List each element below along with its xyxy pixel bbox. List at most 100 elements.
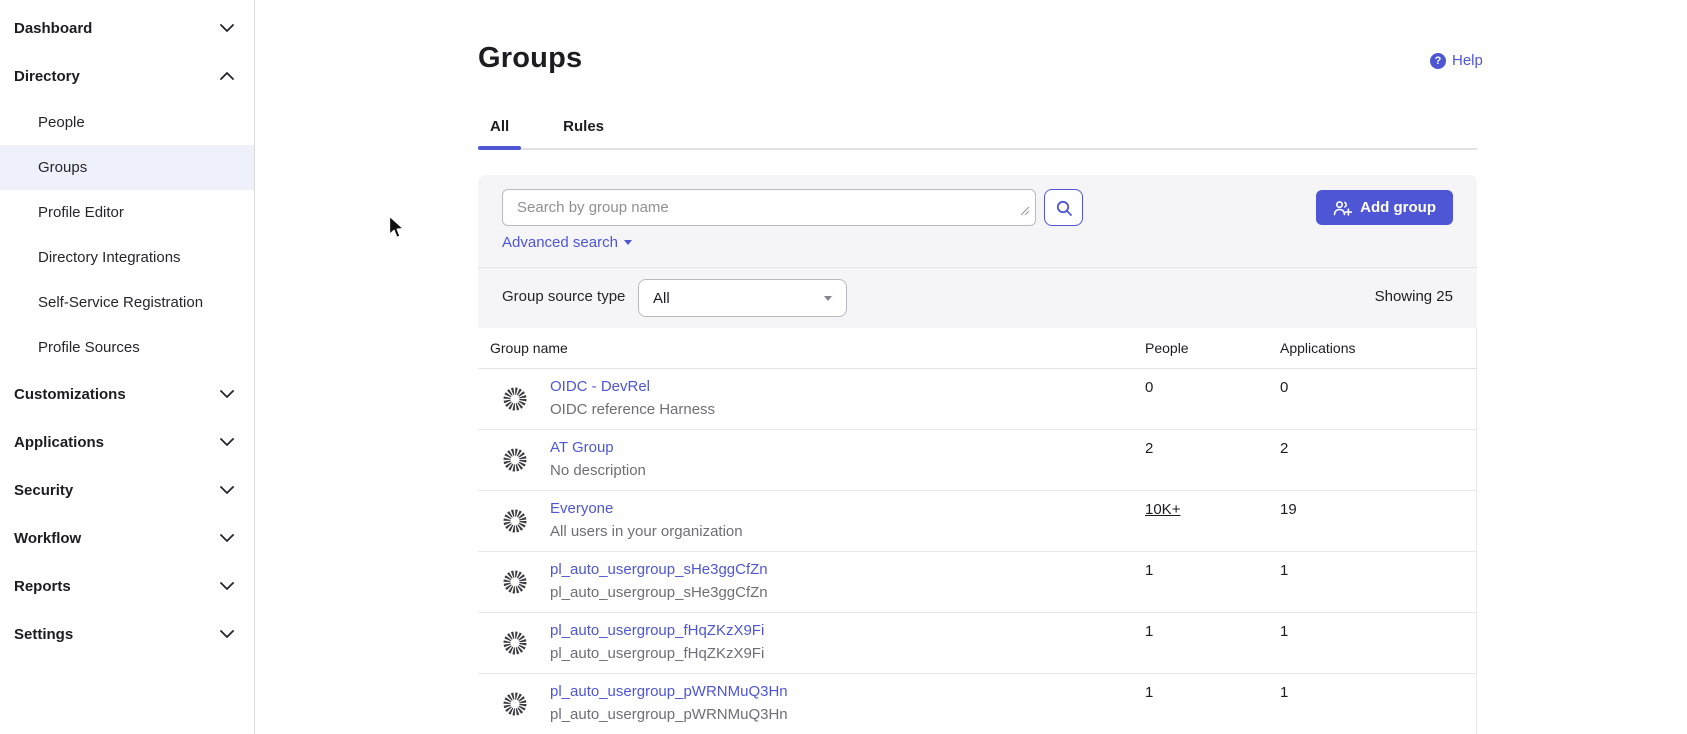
mouse-cursor: [388, 215, 405, 245]
sidebar-item-label: Dashboard: [14, 20, 92, 37]
applications-count: 19: [1280, 501, 1297, 518]
group-name-link[interactable]: pl_auto_usergroup_pWRNMuQ3Hn: [550, 683, 788, 700]
people-count[interactable]: 10K+: [1145, 501, 1180, 518]
question-mark-icon: [1430, 53, 1446, 69]
chevron-down-icon: [220, 630, 234, 638]
showing-count: Showing 25: [1375, 288, 1453, 305]
group-icon: [502, 447, 528, 473]
advanced-search-link[interactable]: Advanced search: [502, 234, 632, 251]
search-button[interactable]: [1044, 189, 1083, 226]
search-icon: [1055, 199, 1073, 217]
app-window: Dashboard Directory People Groups Profile Ed…: [0, 0, 1687, 734]
chevron-down-icon: [220, 534, 234, 542]
column-header-group-name: Group name: [490, 340, 568, 356]
people-count: 0: [1145, 379, 1153, 396]
table-row: pl_auto_usergroup_pWRNMuQ3Hn pl_auto_user…: [478, 674, 1476, 734]
sidebar-item-directory[interactable]: Directory: [0, 52, 254, 100]
filters-panel-background: Add group Advanced search Group source t…: [478, 175, 1477, 328]
add-user-group-icon: [1333, 200, 1352, 216]
group-icon: [502, 386, 528, 412]
sidebar-item-security[interactable]: Security: [0, 466, 254, 514]
tab-all[interactable]: All: [478, 108, 521, 148]
group-icon: [502, 569, 528, 595]
group-name-link[interactable]: Everyone: [550, 500, 613, 517]
search-row: Add group Advanced search: [478, 175, 1477, 267]
sidebar-item-label: Self-Service Registration: [38, 294, 203, 311]
group-name-link[interactable]: pl_auto_usergroup_fHqZKzX9Fi: [550, 622, 764, 639]
applications-count: 0: [1280, 379, 1288, 396]
help-label: Help: [1452, 52, 1483, 69]
table-row: pl_auto_usergroup_fHqZKzX9Fi pl_auto_user…: [478, 613, 1476, 674]
sidebar-item-label: Security: [14, 482, 73, 499]
table-row: OIDC - DevRel OIDC reference Harness 0 0: [478, 369, 1476, 430]
chevron-down-icon: [220, 438, 234, 446]
filter-row: Group source type All Showing 25: [478, 268, 1477, 328]
tab-rules[interactable]: Rules: [551, 108, 616, 148]
group-icon: [502, 508, 528, 534]
sidebar-item-label: Customizations: [14, 386, 126, 403]
search-input[interactable]: [502, 189, 1036, 226]
sidebar-item-label: Workflow: [14, 530, 81, 547]
sidebar-item-label: Reports: [14, 578, 71, 595]
sidebar-item-dashboard[interactable]: Dashboard: [0, 4, 254, 52]
group-name-link[interactable]: AT Group: [550, 439, 614, 456]
chevron-up-icon: [220, 72, 234, 80]
sidebar: Dashboard Directory People Groups Profile Ed…: [0, 0, 255, 734]
group-name-link[interactable]: OIDC - DevRel: [550, 378, 650, 395]
tab-bar: All Rules: [478, 108, 1477, 150]
group-description: No description: [550, 462, 646, 479]
applications-count: 1: [1280, 562, 1288, 579]
groups-table: Group name People Applications OIDC - DevR…: [478, 328, 1477, 734]
advanced-search-label: Advanced search: [502, 234, 618, 251]
sidebar-item-groups[interactable]: Groups: [0, 145, 254, 190]
caret-down-icon: [624, 240, 632, 245]
sidebar-item-directory-integrations[interactable]: Directory Integrations: [0, 235, 254, 280]
sidebar-item-label: Directory Integrations: [38, 249, 181, 266]
group-source-type-select[interactable]: All: [638, 279, 847, 317]
sidebar-item-label: Profile Editor: [38, 204, 124, 221]
chevron-down-icon: [220, 390, 234, 398]
column-header-people: People: [1145, 340, 1189, 356]
sidebar-item-label: Settings: [14, 626, 73, 643]
people-count: 1: [1145, 562, 1153, 579]
chevron-down-icon: [220, 24, 234, 32]
sidebar-item-label: Applications: [14, 434, 104, 451]
sidebar-item-profile-editor[interactable]: Profile Editor: [0, 190, 254, 235]
sidebar-item-profile-sources[interactable]: Profile Sources: [0, 325, 254, 370]
page-title: Groups: [478, 42, 582, 75]
column-header-applications: Applications: [1280, 340, 1356, 356]
sidebar-item-reports[interactable]: Reports: [0, 562, 254, 610]
sidebar-item-people[interactable]: People: [0, 100, 254, 145]
sidebar-item-applications[interactable]: Applications: [0, 418, 254, 466]
group-description: pl_auto_usergroup_pWRNMuQ3Hn: [550, 706, 788, 723]
groups-panel: Add group Advanced search Group source t…: [478, 175, 1477, 734]
group-description: pl_auto_usergroup_fHqZKzX9Fi: [550, 645, 764, 662]
group-source-type-label: Group source type: [502, 288, 625, 305]
group-icon: [502, 691, 528, 717]
people-count: 1: [1145, 623, 1153, 640]
sidebar-item-customizations[interactable]: Customizations: [0, 370, 254, 418]
people-count: 2: [1145, 440, 1153, 457]
group-description: OIDC reference Harness: [550, 401, 715, 418]
applications-count: 1: [1280, 684, 1288, 701]
sidebar-item-settings[interactable]: Settings: [0, 610, 254, 658]
add-group-button[interactable]: Add group: [1316, 190, 1453, 225]
group-name-link[interactable]: pl_auto_usergroup_sHe3ggCfZn: [550, 561, 768, 578]
sidebar-item-workflow[interactable]: Workflow: [0, 514, 254, 562]
help-link[interactable]: Help: [1430, 52, 1483, 69]
chevron-down-icon: [220, 582, 234, 590]
sidebar-item-label: People: [38, 114, 85, 131]
group-source-type-value: All: [653, 290, 670, 307]
group-description: pl_auto_usergroup_sHe3ggCfZn: [550, 584, 768, 601]
chevron-down-icon: [824, 296, 832, 301]
search-field-wrapper: [502, 189, 1036, 226]
sidebar-item-label: Directory: [14, 68, 80, 85]
table-row: pl_auto_usergroup_sHe3ggCfZn pl_auto_user…: [478, 552, 1476, 613]
sidebar-item-label: Profile Sources: [38, 339, 140, 356]
table-header-row: Group name People Applications: [478, 328, 1476, 369]
sidebar-item-self-service-registration[interactable]: Self-Service Registration: [0, 280, 254, 325]
chevron-down-icon: [220, 486, 234, 494]
group-description: All users in your organization: [550, 523, 743, 540]
applications-count: 2: [1280, 440, 1288, 457]
sidebar-item-label: Groups: [38, 159, 87, 176]
